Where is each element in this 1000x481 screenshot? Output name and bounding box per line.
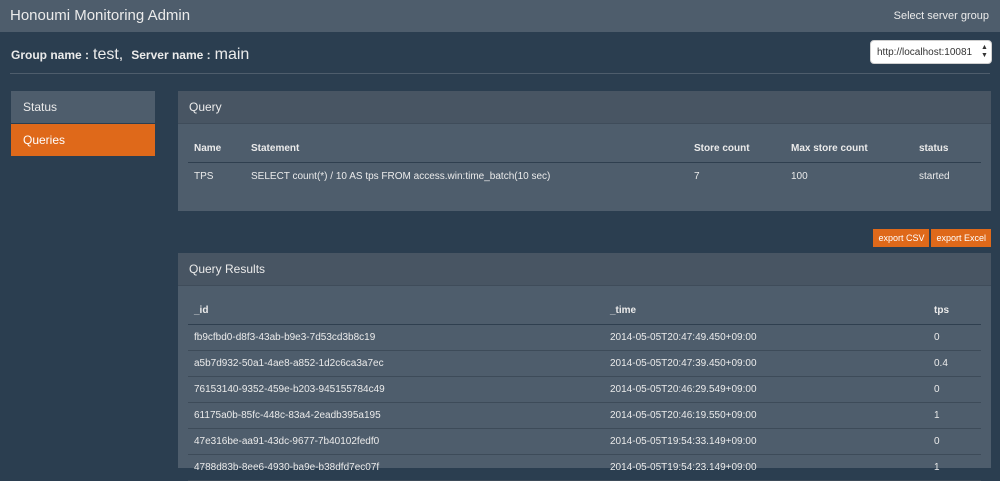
- query-statement: SELECT count(*) / 10 AS tps FROM access.…: [251, 171, 551, 182]
- table-row[interactable]: a5b7d932-50a1-4ae8-a852-1d2c6ca3a7ec 201…: [188, 350, 981, 377]
- query-table-header: Name Statement Store count Max store cou…: [188, 135, 981, 163]
- result-tps: 0: [928, 428, 981, 455]
- app-brand[interactable]: Honoumi Monitoring Admin: [10, 7, 190, 24]
- result-id: fb9cfbd0-d8f3-43ab-b9e3-7d53cd3b8c19: [188, 324, 604, 351]
- result-id: 76153140-9352-459e-b203-945155784c49: [188, 376, 604, 403]
- group-name-label: Group name :: [11, 48, 90, 62]
- query-name: TPS: [194, 171, 214, 182]
- select-server-group-link[interactable]: Select server group: [894, 10, 989, 22]
- result-id: 47e316be-aa91-43dc-9677-7b40102fedf0: [188, 428, 604, 455]
- result-tps: 0.4: [928, 350, 981, 377]
- result-tps: 0: [928, 376, 981, 403]
- sidebar-item-queries[interactable]: Queries: [11, 124, 155, 156]
- query-store-count: 7: [694, 171, 700, 182]
- col-store-count: Store count: [688, 135, 785, 163]
- export-excel-button[interactable]: export Excel: [931, 229, 991, 247]
- header-divider: [10, 73, 990, 74]
- server-select[interactable]: http://localhost:10081 ▲ ▼: [870, 40, 992, 64]
- query-table: Name Statement Store count Max store cou…: [188, 135, 981, 190]
- group-server-info: Group name : test, Server name : main: [11, 46, 249, 64]
- col-id: _id: [188, 297, 604, 325]
- results-table: _id _time tps fb9cfbd0-d8f3-43ab-b9e3-7d…: [188, 297, 981, 481]
- result-time: 2014-05-05T20:46:29.549+09:00: [604, 376, 928, 403]
- results-panel: Query Results _id _time tps fb9cfbd0-d8f…: [178, 253, 991, 481]
- col-status: status: [913, 135, 981, 163]
- table-row[interactable]: fb9cfbd0-d8f3-43ab-b9e3-7d53cd3b8c19 201…: [188, 324, 981, 351]
- result-time: 2014-05-05T20:46:19.550+09:00: [604, 402, 928, 429]
- result-time: 2014-05-05T20:47:39.450+09:00: [604, 350, 928, 377]
- query-row[interactable]: TPS SELECT count(*) / 10 AS tps FROM acc…: [188, 163, 981, 191]
- table-row[interactable]: 47e316be-aa91-43dc-9677-7b40102fedf0 201…: [188, 428, 981, 455]
- export-csv-button[interactable]: export CSV: [873, 229, 930, 247]
- export-buttons: export CSV export Excel: [871, 228, 991, 247]
- sidebar: Status Queries: [11, 91, 155, 157]
- col-time: _time: [604, 297, 928, 325]
- col-name: Name: [188, 135, 245, 163]
- select-arrows-icon: ▲ ▼: [981, 44, 988, 59]
- result-tps: 1: [928, 402, 981, 429]
- query-max-store-count: 100: [791, 171, 808, 182]
- table-row[interactable]: 61175a0b-85fc-448c-83a4-2eadb395a195 201…: [188, 402, 981, 429]
- sidebar-item-status[interactable]: Status: [11, 91, 155, 123]
- col-tps: tps: [928, 297, 981, 325]
- result-id: a5b7d932-50a1-4ae8-a852-1d2c6ca3a7ec: [188, 350, 604, 377]
- col-max-store-count: Max store count: [785, 135, 913, 163]
- server-select-value: http://localhost:10081: [877, 47, 973, 58]
- server-name-label: Server name :: [131, 48, 211, 62]
- top-navbar: Honoumi Monitoring Admin Select server g…: [0, 0, 1000, 32]
- result-time: 2014-05-05T19:54:33.149+09:00: [604, 428, 928, 455]
- result-time: 2014-05-05T20:47:49.450+09:00: [604, 324, 928, 351]
- table-row[interactable]: 76153140-9352-459e-b203-945155784c49 201…: [188, 376, 981, 403]
- server-name-value: main: [214, 46, 250, 63]
- results-panel-title: Query Results: [178, 253, 991, 286]
- group-header: Group name : test, Server name : main: [0, 32, 1000, 74]
- query-status: started: [919, 171, 950, 182]
- result-tps: 0: [928, 324, 981, 351]
- query-panel: Query Name Statement Store count Max sto…: [178, 91, 991, 211]
- result-id: 61175a0b-85fc-448c-83a4-2eadb395a195: [188, 402, 604, 429]
- query-panel-title: Query: [178, 91, 991, 124]
- results-table-header: _id _time tps: [188, 297, 981, 325]
- group-name-value: test,: [93, 46, 124, 63]
- col-statement: Statement: [245, 135, 688, 163]
